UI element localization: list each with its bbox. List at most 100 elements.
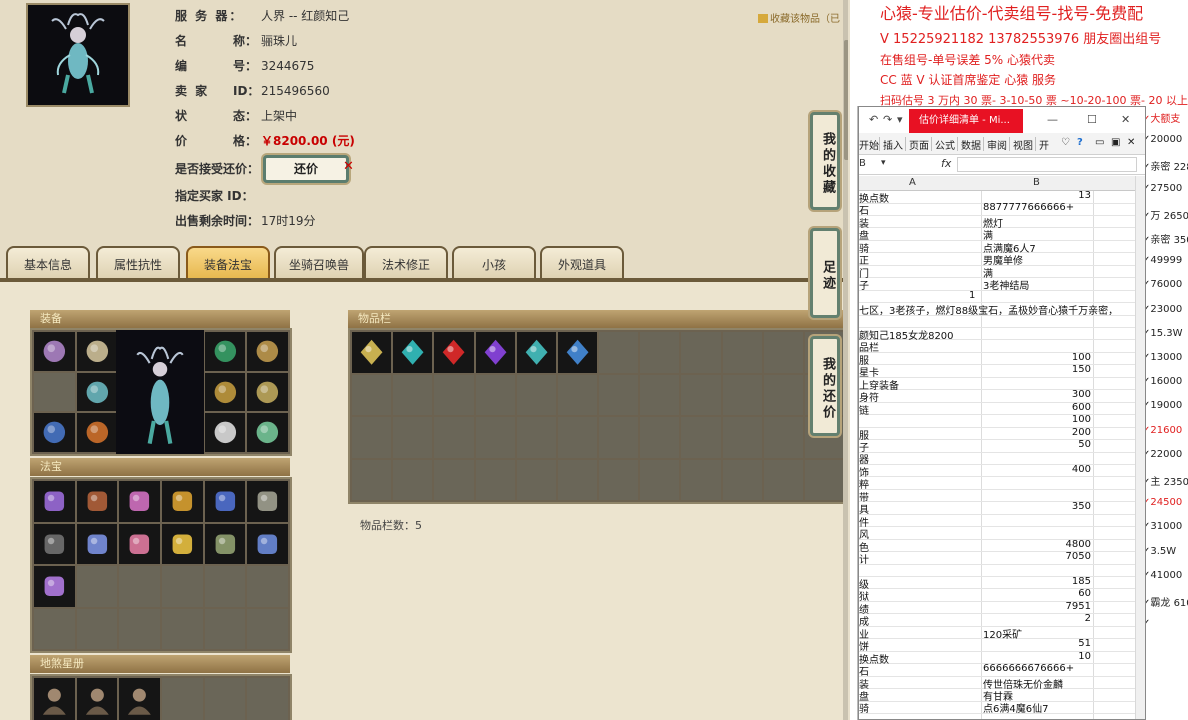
treasure-slot[interactable]	[34, 523, 75, 564]
treasure-slot[interactable]	[119, 523, 160, 564]
treasure-slot[interactable]	[162, 481, 203, 522]
star-book-slot[interactable]	[247, 678, 288, 720]
tab-children[interactable]: 小孩	[452, 246, 536, 280]
inventory-slot[interactable]	[599, 374, 639, 415]
favorite-link[interactable]: 收藏该物品（已	[758, 10, 840, 25]
inventory-slot[interactable]	[352, 417, 392, 458]
ribbon-tab-more[interactable]: 开	[1039, 137, 1049, 152]
treasure-slot[interactable]	[162, 608, 203, 649]
treasure-slot[interactable]	[34, 481, 75, 522]
equipment-slot[interactable]	[247, 332, 288, 371]
cell-b[interactable]: 4800	[983, 539, 1091, 550]
undo-icon[interactable]: ↶	[869, 113, 878, 126]
excel-scrollbar[interactable]	[1135, 176, 1145, 719]
treasure-slot[interactable]	[34, 566, 75, 607]
inventory-slot[interactable]	[393, 374, 433, 415]
excel-window-tab[interactable]: 估价详细清单 - Mi...	[909, 109, 1023, 133]
treasure-slot[interactable]	[247, 608, 288, 649]
inventory-slot[interactable]	[763, 417, 803, 458]
column-b-header[interactable]: B	[1033, 177, 1040, 188]
inventory-slot[interactable]	[763, 332, 803, 373]
equipment-slot[interactable]	[34, 332, 75, 371]
ribbon-tab-view[interactable]: 视图	[1013, 137, 1033, 152]
footprints-button[interactable]: 足迹	[810, 228, 840, 318]
inventory-slot[interactable]	[475, 417, 515, 458]
inventory-slot[interactable]	[681, 374, 721, 415]
inventory-slot[interactable]	[557, 374, 597, 415]
treasure-slot[interactable]	[204, 608, 246, 649]
name-box-dropdown-icon[interactable]: ▾	[881, 158, 886, 168]
inventory-slot[interactable]	[434, 417, 474, 458]
equipment-slot[interactable]	[76, 332, 118, 371]
treasure-slot[interactable]	[247, 481, 288, 522]
inventory-slot[interactable]	[516, 417, 556, 458]
equipment-slot[interactable]	[34, 372, 75, 412]
cell-b[interactable]: 100	[983, 352, 1091, 363]
column-a-header[interactable]: A	[909, 177, 916, 188]
help-icon[interactable]: ?	[1077, 137, 1083, 148]
treasure-slot[interactable]	[204, 566, 246, 607]
equipment-slot[interactable]	[76, 413, 118, 452]
ribbon-close-icon[interactable]: ✕	[1127, 137, 1135, 148]
star-book-slot[interactable]	[76, 678, 118, 720]
inventory-slot[interactable]	[599, 332, 639, 373]
heart-icon[interactable]: ♡	[1061, 137, 1070, 148]
inventory-slot[interactable]	[557, 459, 597, 500]
cell-b[interactable]: 200	[983, 427, 1091, 438]
maximize-icon[interactable]: ☐	[1087, 113, 1097, 126]
cell-b[interactable]: 400	[983, 464, 1091, 475]
tab-equipment[interactable]: 装备法宝	[186, 246, 270, 280]
redo-icon[interactable]: ↷	[883, 113, 892, 126]
tab-spell-mods[interactable]: 法术修正	[364, 246, 448, 280]
inventory-slot[interactable]	[804, 459, 844, 500]
equipment-slot[interactable]	[204, 413, 246, 452]
inventory-slot[interactable]	[640, 332, 680, 373]
inventory-slot[interactable]	[393, 459, 433, 500]
inventory-slot[interactable]	[722, 459, 762, 500]
inventory-slot[interactable]	[393, 332, 433, 373]
spreadsheet-grid[interactable]: 换点数 13 石 8877777666666+ 装燃灯盘满骑点满魔6人7 正男魔单修门满子…	[859, 191, 1145, 719]
ribbon-minimize-icon[interactable]: ▭	[1095, 137, 1104, 148]
inventory-slot[interactable]	[352, 459, 392, 500]
cell-b[interactable]: 7951	[983, 601, 1091, 612]
treasure-slot[interactable]	[119, 481, 160, 522]
cell-b[interactable]: 51	[983, 638, 1091, 649]
my-favorites-button[interactable]: 我的收藏	[810, 112, 840, 210]
ribbon-tab-data[interactable]: 数据	[961, 137, 981, 152]
treasure-slot[interactable]	[247, 566, 288, 607]
ribbon-tab-insert[interactable]: 插入	[883, 137, 903, 152]
ribbon-tab-home[interactable]: 开始	[859, 137, 879, 152]
star-book-slot[interactable]	[162, 678, 203, 720]
cell-b[interactable]: 7050	[983, 551, 1091, 562]
treasure-slot[interactable]	[204, 481, 246, 522]
star-book-slot[interactable]	[34, 678, 75, 720]
star-book-slot[interactable]	[204, 678, 246, 720]
tab-basic-info[interactable]: 基本信息	[6, 246, 90, 280]
cell-b[interactable]: 2	[983, 613, 1091, 624]
equipment-slot[interactable]	[204, 372, 246, 412]
spreadsheet-row[interactable]: 骑点6满4魔6仙7	[859, 700, 1137, 715]
treasure-slot[interactable]	[34, 608, 75, 649]
formula-input[interactable]	[957, 157, 1137, 172]
equipment-slot[interactable]	[247, 413, 288, 452]
inventory-slot[interactable]	[475, 374, 515, 415]
inventory-slot[interactable]	[599, 459, 639, 500]
cell-b[interactable]: 点6满4魔6仙7	[983, 700, 1093, 715]
treasure-slot[interactable]	[162, 523, 203, 564]
inventory-slot[interactable]	[640, 374, 680, 415]
treasure-slot[interactable]	[76, 523, 118, 564]
inventory-slot[interactable]	[599, 417, 639, 458]
inventory-slot[interactable]	[516, 332, 556, 373]
equipment-slot[interactable]	[247, 372, 288, 412]
cell-b[interactable]: 8877777666666+	[983, 202, 1093, 213]
cell-b[interactable]: 300	[983, 389, 1091, 400]
ribbon-restore-icon[interactable]: ▣	[1111, 137, 1120, 148]
treasure-slot[interactable]	[247, 523, 288, 564]
spreadsheet-row[interactable]: 计 7050	[859, 551, 1137, 566]
tab-appearance[interactable]: 外观道具	[540, 246, 624, 280]
treasure-slot[interactable]	[204, 523, 246, 564]
treasure-slot[interactable]	[119, 608, 160, 649]
inventory-slot[interactable]	[434, 374, 474, 415]
page-scrollbar[interactable]	[843, 0, 848, 720]
cell-b[interactable]: 6666666676666+	[983, 663, 1093, 674]
